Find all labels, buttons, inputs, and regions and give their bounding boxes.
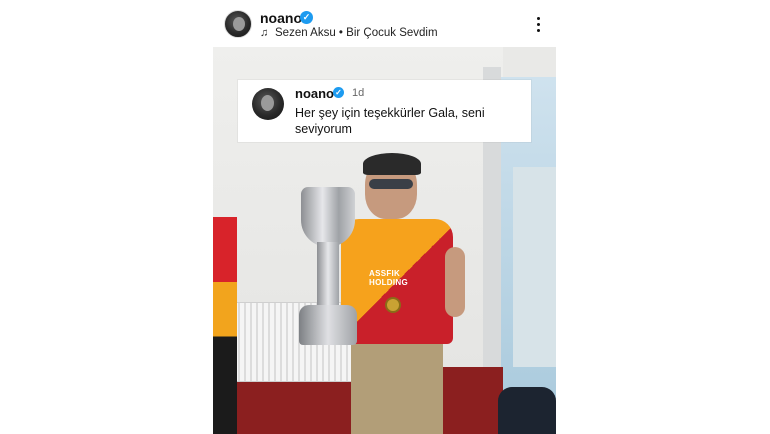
- jersey-sponsor: ASSFIK HOLDING: [369, 269, 408, 287]
- chair: [498, 387, 556, 434]
- comment-time: 1d: [352, 87, 365, 99]
- comment-text: Her şey için teşekkürler Gala, seni sevi…: [295, 106, 485, 136]
- verified-badge-icon: ✓: [300, 11, 313, 24]
- comment-avatar[interactable]: [252, 88, 284, 120]
- verified-badge-icon: ✓: [333, 87, 344, 98]
- more-dot: [536, 22, 540, 26]
- trophy-cup: [301, 187, 355, 247]
- trophy-base: [299, 305, 357, 345]
- comment-avatar-face: [261, 95, 274, 111]
- avatar-face: [233, 17, 245, 31]
- sunglasses: [369, 179, 413, 189]
- comment-username[interactable]: noano: [295, 86, 334, 101]
- more-dot: [536, 28, 540, 32]
- arm: [445, 247, 465, 317]
- trophy: [293, 187, 363, 362]
- trophy-stem: [317, 242, 339, 312]
- more-options-button[interactable]: [528, 12, 548, 36]
- music-note-icon: ♫: [260, 27, 269, 39]
- medal: [385, 297, 401, 313]
- avatar[interactable]: [224, 10, 252, 38]
- post-header: noano ✓ ♫ Sezen Aksu • Bir Çocuk Sevdim: [222, 8, 554, 44]
- pants: [351, 344, 443, 434]
- more-dot: [536, 16, 540, 20]
- music-info[interactable]: ♫ Sezen Aksu • Bir Çocuk Sevdim: [260, 27, 438, 39]
- music-label: Sezen Aksu • Bir Çocuk Sevdim: [275, 27, 438, 39]
- cap: [363, 153, 421, 175]
- background-person: [213, 217, 237, 434]
- background-door: [513, 167, 556, 367]
- comment-card: noano ✓ 1d Her şey için teşekkürler Gala…: [238, 80, 531, 142]
- username[interactable]: noano: [260, 10, 302, 26]
